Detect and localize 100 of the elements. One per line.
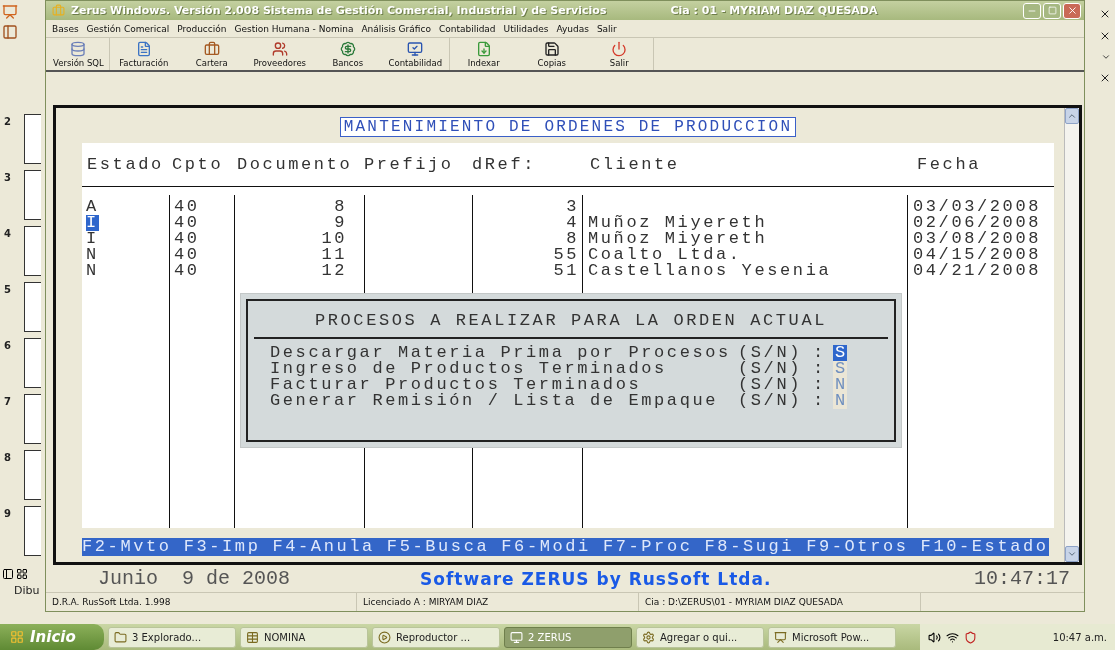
- option-label: Ingreso de Productos Terminados: [270, 361, 668, 377]
- column-header: dRef:: [472, 156, 536, 173]
- option-format: (S/N): [738, 345, 803, 361]
- toolbar-button[interactable]: Bancos: [313, 38, 382, 70]
- table-cell[interactable]: I: [86, 215, 99, 231]
- slide-number: 3: [4, 172, 12, 183]
- table-cell: Muñoz Miyereth: [588, 215, 768, 231]
- status-pane: Licenciado A : MIRYAM DIAZ: [357, 593, 639, 611]
- taskbar-item[interactable]: NOMINA: [240, 626, 368, 648]
- option-label: Generar Remisión / Lista de Empaque: [270, 393, 720, 409]
- slide-number: 9: [4, 508, 12, 519]
- slide-thumbnail[interactable]: [24, 226, 41, 276]
- option-field[interactable]: S: [833, 345, 847, 361]
- toolbar-button[interactable]: Copias: [517, 38, 586, 70]
- toolbar-button[interactable]: Indexar: [449, 38, 518, 70]
- close-icon[interactable]: [1099, 30, 1111, 42]
- table-cell: 8: [334, 199, 347, 215]
- window-title: Zerus Windows. Versión 2.008 Sistema de Gestión Comercial, Industrial y de Servicios: [71, 4, 607, 17]
- table-cell: 40: [174, 231, 200, 247]
- function-key[interactable]: F8-Sugi: [704, 539, 795, 555]
- scrollbar[interactable]: [1064, 108, 1079, 563]
- people-icon: [271, 40, 288, 57]
- network-icon[interactable]: [946, 630, 959, 644]
- column-header: Documento: [236, 156, 353, 173]
- table-cell: 51: [553, 263, 579, 279]
- taskbar-item[interactable]: 3 Explorado...: [108, 626, 236, 648]
- speaker-icon[interactable]: [928, 630, 941, 644]
- menu-item[interactable]: Producción: [177, 23, 227, 34]
- toolbar-button[interactable]: Versión SQL: [48, 38, 110, 70]
- spreadsheet-icon: [246, 630, 259, 644]
- taskbar-item[interactable]: Reproductor ...: [372, 626, 500, 648]
- taskbar-item[interactable]: Agregar o qui...: [636, 626, 764, 648]
- presentation-icon: [774, 630, 787, 644]
- close-icon[interactable]: [1099, 8, 1111, 20]
- slide-thumbnail[interactable]: [24, 114, 41, 164]
- window-icon: [510, 630, 523, 644]
- menu-item[interactable]: Ayudas: [556, 23, 589, 34]
- function-key[interactable]: F3-Imp: [183, 539, 261, 555]
- slide-thumbnail[interactable]: [24, 506, 41, 556]
- taskbar-item[interactable]: Microsoft Pow...: [768, 626, 896, 648]
- database-icon: [70, 40, 87, 57]
- option-format: (S/N): [738, 393, 803, 409]
- close-icon[interactable]: [1099, 72, 1111, 84]
- maximize-icon: [1047, 6, 1057, 15]
- table-cell: 40: [174, 263, 200, 279]
- table-cell: 03/03/2008: [913, 199, 1042, 215]
- money-icon: [339, 40, 356, 57]
- table-cell: 10: [321, 231, 347, 247]
- scroll-down-icon[interactable]: [1065, 546, 1079, 563]
- function-key[interactable]: F5-Busca: [386, 539, 490, 555]
- column-header: Prefijo: [364, 156, 454, 173]
- sorter-view-icon[interactable]: [16, 568, 28, 580]
- menu-item[interactable]: Utilidades: [503, 23, 549, 34]
- table-cell: 3: [566, 199, 579, 215]
- function-key[interactable]: F2-Mvto: [82, 539, 172, 555]
- brand-label: Software ZERUS by RusSoft Ltda.: [420, 568, 772, 589]
- table-cell: Castellanos Yesenia: [588, 263, 832, 279]
- menu-item[interactable]: Análisis Gráfico: [361, 23, 431, 34]
- slide-thumbnail[interactable]: [24, 338, 41, 388]
- function-key[interactable]: F7-Proc: [602, 539, 693, 555]
- option-label: Descargar Materia Prima por Procesos: [270, 345, 732, 361]
- function-key[interactable]: F10-Estado: [920, 539, 1049, 555]
- menu-item[interactable]: Salir: [596, 23, 617, 34]
- status-pane: D.R.A. RusSoft Ltda. 1.998: [46, 593, 357, 611]
- table-cell[interactable]: N: [86, 263, 99, 279]
- toolbar-button[interactable]: Salir: [585, 38, 654, 70]
- menu-item[interactable]: Gestión Comerical: [86, 23, 170, 34]
- normal-view-icon[interactable]: [2, 568, 14, 580]
- table-cell: 03/08/2008: [913, 231, 1042, 247]
- close-button[interactable]: [1063, 2, 1081, 19]
- slide-number: 5: [4, 284, 12, 295]
- toolbar-button[interactable]: Contabilidad: [381, 38, 450, 70]
- table-cell: 8: [566, 231, 579, 247]
- menu-item[interactable]: Gestion Humana - Nomina: [234, 23, 354, 34]
- slide-thumbnail[interactable]: [24, 394, 41, 444]
- shield-icon[interactable]: [964, 630, 977, 644]
- column-header: Cliente: [589, 156, 680, 173]
- table-cell[interactable]: A: [86, 199, 99, 215]
- slide-thumbnail[interactable]: [24, 282, 41, 332]
- caret-icon[interactable]: [1101, 52, 1111, 62]
- table-cell[interactable]: N: [86, 247, 99, 263]
- menu-item[interactable]: Bases: [52, 23, 79, 34]
- table-cell[interactable]: I: [86, 231, 99, 247]
- table-cell: 12: [321, 263, 347, 279]
- toolbar-label: Dibu: [13, 584, 41, 597]
- table-cell: 04/21/2008: [913, 263, 1042, 279]
- option-format: (S/N): [738, 377, 803, 393]
- option-separator: :: [813, 361, 827, 377]
- status-pane: Cia : D:\ZERUS\01 - MYRIAM DIAZ QUESADA: [639, 593, 921, 611]
- company-label: Cia : 01 - MYRIAM DIAZ QUESADA: [670, 4, 878, 17]
- slide-thumbnail[interactable]: [24, 170, 41, 220]
- toolbar-button[interactable]: Cartera: [177, 38, 246, 70]
- menu-item[interactable]: Contabilidad: [438, 23, 496, 34]
- toolbar-button[interactable]: Proveedores: [245, 38, 314, 70]
- function-key[interactable]: F6-Modi: [501, 539, 591, 555]
- function-key[interactable]: F9-Otros: [806, 539, 909, 555]
- slide-thumbnail[interactable]: [24, 450, 41, 500]
- slide-number: 7: [4, 396, 12, 407]
- toolbar-button[interactable]: Facturación: [109, 38, 178, 70]
- function-key[interactable]: F4-Anula: [272, 539, 375, 555]
